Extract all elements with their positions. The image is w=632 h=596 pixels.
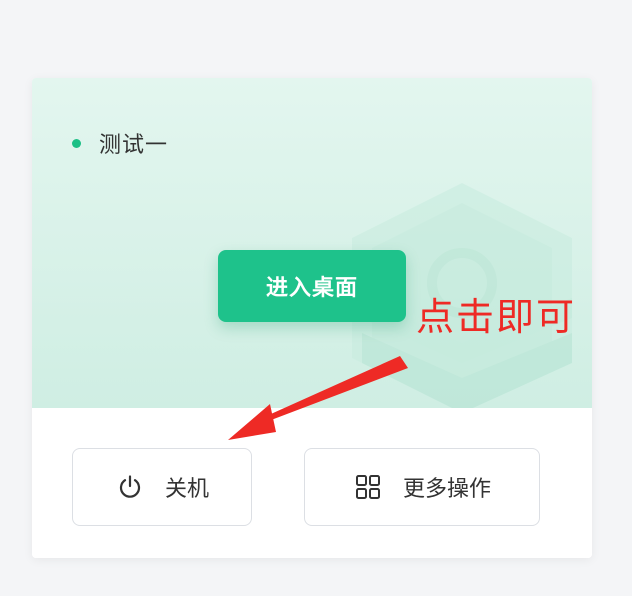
desktop-preview: 测试一 进入桌面 点击即可 <box>32 78 592 408</box>
enter-desktop-button[interactable]: 进入桌面 <box>218 250 406 322</box>
desktop-card: 测试一 进入桌面 点击即可 关机 更多操作 <box>32 78 592 558</box>
card-actions: 关机 更多操作 <box>32 408 592 558</box>
power-icon <box>115 472 145 502</box>
annotation-text: 点击即可 <box>416 295 577 339</box>
status-indicator <box>72 138 81 148</box>
desktop-status: 测试一 <box>72 128 168 158</box>
desktop-name: 测试一 <box>99 133 169 158</box>
shutdown-button[interactable]: 关机 <box>72 448 252 526</box>
more-actions-button[interactable]: 更多操作 <box>304 448 540 526</box>
shutdown-label: 关机 <box>164 477 209 502</box>
grid-icon <box>353 472 383 502</box>
more-actions-label: 更多操作 <box>402 477 491 502</box>
